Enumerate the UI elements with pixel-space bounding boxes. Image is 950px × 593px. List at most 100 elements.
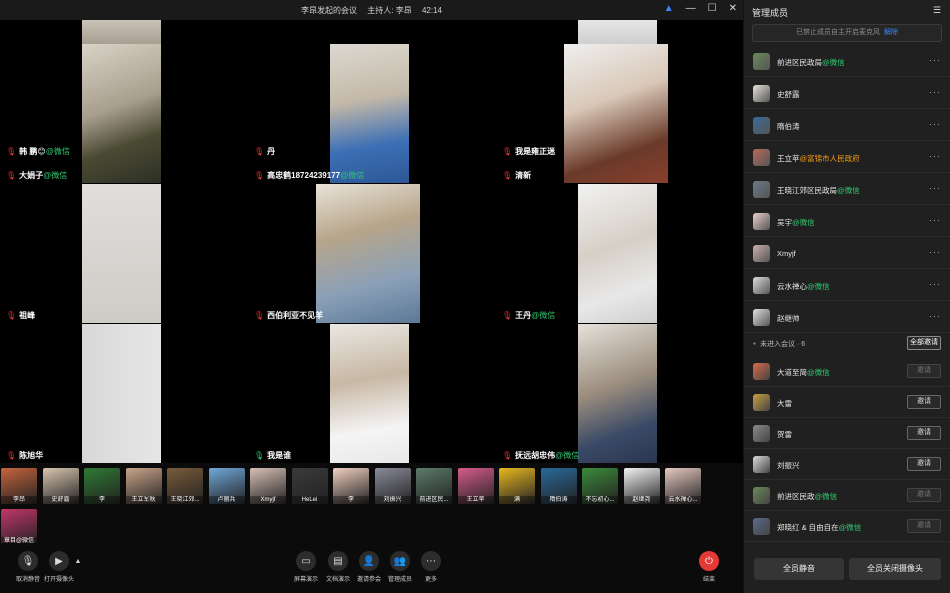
- video-tile[interactable]: 🎙 我是谁: [248, 324, 495, 463]
- not-joined-row: 刘振兴 邀请: [744, 449, 950, 480]
- video-tile[interactable]: 🎙 清新: [496, 44, 743, 183]
- member-more-icon[interactable]: ···: [929, 279, 941, 289]
- member-row[interactable]: Xmyjf ···: [744, 238, 950, 269]
- participant-thumbnail[interactable]: 隋伯涛: [540, 468, 577, 504]
- mic-lock-notice: 已禁止成员自主开启麦克风 解除: [752, 24, 942, 42]
- video-tile[interactable]: 🎙 陈旭华: [0, 324, 247, 463]
- member-more-icon[interactable]: ···: [929, 183, 941, 193]
- participant-thumbnail[interactable]: 卢丽兵: [208, 468, 245, 504]
- all-cameras-off-button[interactable]: 全员关闭摄像头: [849, 558, 941, 580]
- participant-thumbnail[interactable]: 满: [499, 468, 535, 504]
- not-joined-row: 大雷 邀请: [744, 387, 950, 418]
- member-row[interactable]: 史舒露 ···: [744, 78, 950, 109]
- avatar: [753, 149, 770, 166]
- member-more-icon[interactable]: ···: [929, 311, 941, 321]
- member-name: 刘振兴: [777, 461, 800, 470]
- participant-thumbnail[interactable]: 云水禅心...: [665, 468, 701, 504]
- video-tile[interactable]: 🎙 抚远胡忠伟@微信: [496, 324, 743, 463]
- end-meeting-button[interactable]: ⏻ 结束: [687, 551, 731, 583]
- participant-thumbnail[interactable]: 刘振兴: [374, 468, 411, 504]
- member-name: 前进区民政@微信: [777, 492, 838, 501]
- participant-thumbnail[interactable]: 李: [333, 468, 369, 504]
- thumbnail-label: 李: [84, 496, 120, 504]
- member-row[interactable]: 赵继帅 ···: [744, 302, 950, 333]
- add-user-icon: 👤: [359, 551, 379, 571]
- member-name: Xmyjf: [777, 249, 796, 258]
- member-name: 云水禅心@微信: [777, 282, 830, 291]
- avatar: [753, 277, 770, 294]
- member-row[interactable]: 云水禅心@微信 ···: [744, 270, 950, 301]
- member-more-icon[interactable]: ···: [929, 119, 941, 129]
- camera-off-icon: ▶: [49, 551, 69, 571]
- member-more-icon[interactable]: ···: [929, 87, 941, 97]
- invite-all-button[interactable]: 全部邀请: [907, 336, 941, 350]
- member-row[interactable]: 王立苹@富锦市人民政府 ···: [744, 142, 950, 173]
- member-row[interactable]: 王晓江郊区民政局@微信 ···: [744, 174, 950, 205]
- unlock-mic-link[interactable]: 解除: [884, 29, 898, 36]
- avatar: [753, 85, 770, 102]
- more-button[interactable]: ⋯ 更多: [409, 551, 453, 583]
- video-tile[interactable]: 🎙 西伯利亚不见羊: [248, 184, 495, 323]
- participant-label: 🎙 陈旭华: [6, 451, 44, 460]
- participant-thumbnail[interactable]: 李昂: [1, 468, 37, 504]
- maximize-icon[interactable]: ☐: [708, 3, 717, 14]
- mute-all-button[interactable]: 全员静音: [754, 558, 844, 580]
- screen-share-icon: ▭: [296, 551, 316, 571]
- participant-thumbnail[interactable]: 章目@微信: [1, 509, 37, 545]
- invite-button[interactable]: 邀请: [907, 457, 941, 471]
- member-name: 史舒露: [777, 90, 800, 99]
- member-more-icon[interactable]: ···: [929, 151, 941, 161]
- member-more-icon[interactable]: ···: [929, 247, 941, 257]
- participant-label: 🎙 我是谁: [254, 451, 292, 460]
- thumbnail-label: 赵继尧: [623, 496, 660, 504]
- video-feed: [564, 44, 668, 183]
- video-tile[interactable]: 🎙 大娟子@微信: [0, 44, 247, 183]
- close-icon[interactable]: ✕: [729, 3, 737, 14]
- participant-thumbnail[interactable]: 王立军秋: [125, 468, 162, 504]
- participant-thumbnails: 李昂 史舒露李王立军秋 王晓江郊... 卢丽兵 Xmyjf HeLei 李刘振兴 前进区民..…: [0, 465, 743, 545]
- meeting-name: 李昂发起的会议: [301, 6, 358, 15]
- participant-thumbnail[interactable]: 李: [84, 468, 120, 504]
- participant-thumbnail[interactable]: 不忘初心...: [582, 468, 618, 504]
- member-more-icon[interactable]: ···: [929, 55, 941, 65]
- participant-thumbnail[interactable]: 赵继尧: [623, 468, 660, 504]
- video-feed: [330, 324, 409, 463]
- participant-thumbnail[interactable]: 史舒露: [42, 468, 79, 504]
- participant-thumbnail[interactable]: HeLei: [291, 468, 328, 504]
- invite-button[interactable]: 邀请: [907, 395, 941, 409]
- invite-button[interactable]: 邀请: [907, 519, 941, 533]
- camera-button[interactable]: ▶ 打开摄像头: [37, 551, 81, 583]
- avatar: [753, 363, 770, 380]
- member-row[interactable]: 吴宇@微信 ···: [744, 206, 950, 237]
- participant-thumbnail[interactable]: 王晓江郊...: [167, 468, 203, 504]
- video-feed: [578, 324, 657, 463]
- panel-menu-icon[interactable]: ☰: [933, 5, 941, 16]
- member-name: 大道至简@微信: [777, 368, 830, 377]
- thumbnail-label: 王立军秋: [125, 496, 162, 504]
- camera-options-chevron[interactable]: ▲: [70, 558, 86, 565]
- video-tile[interactable]: 🎙 高忠鹤18724239177@微信: [248, 44, 495, 183]
- pin-icon[interactable]: ▲: [664, 3, 674, 14]
- mic-muted-icon: 🎙: [6, 451, 17, 460]
- invite-button[interactable]: 邀请: [907, 426, 941, 440]
- participant-thumbnail[interactable]: 前进区民...: [416, 468, 452, 504]
- invite-button[interactable]: 邀请: [907, 488, 941, 502]
- meeting-title: 李昂发起的会议 主持人: 李昂 42:14: [0, 5, 743, 16]
- video-tile[interactable]: 🎙 祖峰: [0, 184, 247, 323]
- avatar: [753, 117, 770, 134]
- invite-button[interactable]: 邀请: [907, 364, 941, 378]
- member-name: 贺雷: [777, 430, 792, 439]
- video-feed: [82, 20, 161, 44]
- video-feed: [82, 184, 161, 323]
- video-tile[interactable]: 🎙 王丹@微信: [496, 184, 743, 323]
- member-row[interactable]: 前进区民政局@微信 ···: [744, 46, 950, 77]
- thumbnail-label: 史舒露: [42, 496, 79, 504]
- minimize-icon[interactable]: —: [686, 3, 696, 14]
- thumbnail-label: Xmyjf: [250, 496, 286, 504]
- participant-thumbnail[interactable]: Xmyjf: [250, 468, 286, 504]
- thumbnail-label: 云水禅心...: [665, 496, 701, 504]
- member-more-icon[interactable]: ···: [929, 215, 941, 225]
- avatar: [753, 181, 770, 198]
- participant-thumbnail[interactable]: 王立苹: [457, 468, 494, 504]
- member-row[interactable]: 隋伯涛 ···: [744, 110, 950, 141]
